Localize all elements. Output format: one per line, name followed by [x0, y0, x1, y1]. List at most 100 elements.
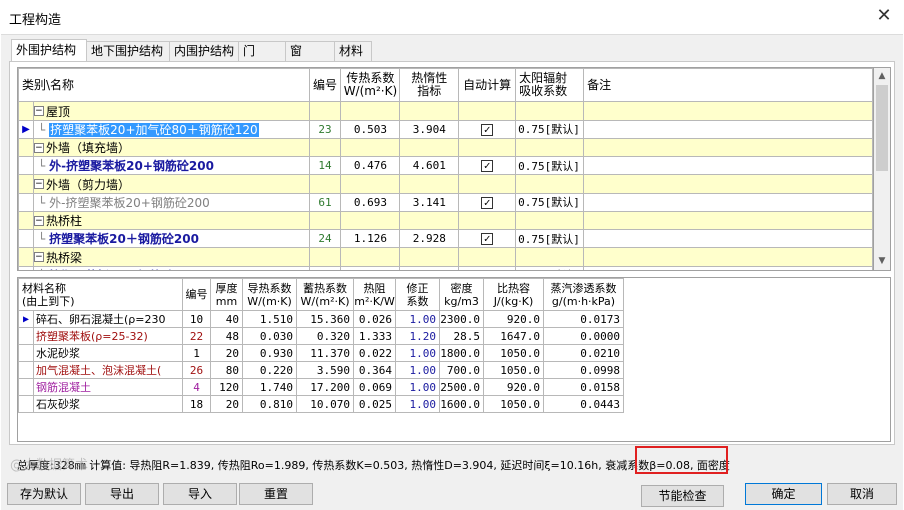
- correction-factor[interactable]: 1.00: [395, 395, 440, 413]
- auto-calc-cell[interactable]: ✓: [458, 119, 517, 139]
- scrollbar-thumb[interactable]: [876, 85, 888, 171]
- correction-factor[interactable]: 1.20: [395, 327, 440, 345]
- correction-factor[interactable]: 1.00: [395, 310, 440, 328]
- tab-exterior-envelope[interactable]: 外围护结构: [11, 39, 87, 61]
- construction-name-cell[interactable]: └ 外-挤塑聚苯板20+钢筋砼200: [32, 156, 310, 175]
- collapse-icon[interactable]: −: [34, 215, 44, 226]
- category-cell[interactable]: − 热桥柱: [32, 210, 310, 230]
- construction-row[interactable]: └ 挤塑聚苯板20＋钢筋砼200 24 1.126 2.928 ✓ 0.75[默认]: [18, 229, 873, 248]
- construction-name-cell[interactable]: └挤塑聚苯板20＋钢筋砼200: [32, 229, 310, 248]
- specific-heat[interactable]: 1050.0: [483, 395, 544, 413]
- correction-factor[interactable]: 1.00: [395, 361, 440, 379]
- thickness[interactable]: 20: [210, 344, 243, 362]
- construction-id[interactable]: 48: [308, 265, 342, 270]
- material-id[interactable]: 18: [182, 395, 211, 413]
- thermal-inertia[interactable]: 4.601: [399, 156, 460, 175]
- material-name[interactable]: 钢筋混凝土: [33, 378, 183, 396]
- material-name[interactable]: 加气混凝土、泡沫混凝土(: [33, 361, 183, 379]
- conductivity[interactable]: 0.220: [242, 361, 297, 379]
- remarks-cell[interactable]: [583, 156, 873, 175]
- scroll-up-arrow-icon[interactable]: ▲: [874, 68, 890, 85]
- header-vapor-permeability[interactable]: 蒸汽渗透系数 g/(m·h·kPa): [543, 278, 624, 311]
- vapor-permeability[interactable]: 0.0443: [543, 395, 624, 413]
- conductivity[interactable]: 0.810: [242, 395, 297, 413]
- u-value[interactable]: 0.476: [340, 156, 401, 175]
- density[interactable]: 700.0: [439, 361, 484, 379]
- heat-storage[interactable]: 10.070: [296, 395, 354, 413]
- collapse-icon[interactable]: −: [34, 252, 44, 262]
- vapor-permeability[interactable]: 0.0000: [543, 327, 624, 345]
- material-name[interactable]: 碎石、卵石混凝土(ρ=230: [33, 310, 183, 328]
- header-remarks[interactable]: 备注: [583, 68, 873, 102]
- material-row[interactable]: 钢筋混凝土 4 120 1.740 17.200 0.069 1.00 2500.0 920.0…: [18, 378, 624, 396]
- reset-button[interactable]: 重置: [239, 483, 313, 505]
- conductivity[interactable]: 1.510: [242, 310, 297, 328]
- density[interactable]: 28.5: [439, 327, 484, 345]
- header-material-name[interactable]: 材料名称 (由上到下): [18, 278, 183, 311]
- material-row[interactable]: 水泥砂浆 1 20 0.930 11.370 0.022 1.00 1800.0 1050.0 0…: [18, 344, 624, 362]
- material-name[interactable]: 挤塑聚苯板(ρ=25-32): [33, 327, 183, 345]
- construction-name-cell[interactable]: └ 外-挤塑聚苯板20+钢筋砼200: [32, 192, 310, 212]
- solar-absorption[interactable]: 0.75[默认]: [515, 229, 585, 248]
- tab-underground-envelope[interactable]: 地下围护结构: [86, 41, 170, 61]
- header-thickness[interactable]: 厚度 mm: [210, 278, 243, 311]
- thermal-resistance[interactable]: 0.026: [353, 310, 396, 328]
- specific-heat[interactable]: 920.0: [483, 378, 544, 396]
- material-id[interactable]: 26: [182, 361, 211, 379]
- material-row[interactable]: 挤塑聚苯板(ρ=25-32) 22 48 0.030 0.320 1.333 1.20 28.…: [18, 327, 624, 345]
- vapor-permeability[interactable]: 0.0158: [543, 378, 624, 396]
- heat-storage[interactable]: 15.360: [296, 310, 354, 328]
- thickness[interactable]: 48: [210, 327, 243, 345]
- header-conductivity[interactable]: 导热系数 W/(m·K): [242, 278, 297, 311]
- conductivity[interactable]: 1.740: [242, 378, 297, 396]
- category-row[interactable]: − 外墙（填充墙）: [18, 137, 873, 157]
- vapor-permeability[interactable]: 0.0210: [543, 344, 624, 362]
- construction-id[interactable]: 61: [308, 192, 342, 212]
- auto-calc-checkbox[interactable]: ✓: [481, 269, 494, 270]
- density[interactable]: 2300.0: [439, 310, 484, 328]
- material-id[interactable]: 22: [182, 327, 211, 345]
- import-button[interactable]: 导入: [163, 483, 237, 505]
- heat-storage[interactable]: 3.590: [296, 361, 354, 379]
- specific-heat[interactable]: 1050.0: [483, 361, 544, 379]
- energy-check-button[interactable]: 节能检查: [641, 485, 724, 507]
- solar-absorption[interactable]: 0.75[默认]: [515, 119, 585, 139]
- tab-doors[interactable]: 门: [238, 41, 286, 61]
- thermal-inertia[interactable]: 2.928: [399, 265, 460, 270]
- category-row[interactable]: − 外墙（剪力墙）: [18, 174, 873, 194]
- collapse-icon[interactable]: −: [34, 142, 44, 153]
- vertical-scrollbar[interactable]: ▲ ▼: [874, 67, 891, 271]
- header-id[interactable]: 编号: [308, 68, 342, 102]
- auto-calc-cell[interactable]: ✓: [458, 229, 517, 248]
- header-thermal-inertia[interactable]: 热惰性 指标: [399, 68, 460, 102]
- material-id[interactable]: 4: [182, 378, 211, 396]
- u-value[interactable]: 1.126: [340, 229, 401, 248]
- construction-name-cell[interactable]: └ 挤塑聚苯板20+加气砼80＋钢筋砼120: [32, 119, 310, 139]
- cancel-button[interactable]: 取消: [827, 483, 897, 505]
- header-thermal-resistance[interactable]: 热阻 m²·K/W: [353, 278, 396, 311]
- thermal-resistance[interactable]: 1.333: [353, 327, 396, 345]
- material-row[interactable]: 加气混凝土、泡沫混凝土(26 80 0.220 3.590 0.364 1.00 700.0…: [18, 361, 624, 379]
- heat-storage[interactable]: 11.370: [296, 344, 354, 362]
- u-value[interactable]: 0.503: [340, 119, 401, 139]
- header-correction[interactable]: 修正 系数: [395, 278, 440, 311]
- construction-id[interactable]: 23: [308, 119, 342, 139]
- collapse-icon[interactable]: −: [34, 106, 44, 116]
- material-row[interactable]: ▶ 碎石、卵石混凝土(ρ=230 10 40 1.510 15.360 0.026 1.00 2…: [18, 310, 624, 328]
- save-default-button[interactable]: 存为默认: [7, 483, 81, 505]
- ok-button[interactable]: 确定: [745, 483, 822, 505]
- construction-row[interactable]: ▶ └ 挤塑聚苯板20+加气砼80＋钢筋砼120 23 0.503 3.904 ✓ 0.75[…: [18, 119, 873, 139]
- remarks-cell[interactable]: [583, 229, 873, 248]
- material-row[interactable]: 石灰砂浆 18 20 0.810 10.070 0.025 1.00 1600.0 1050.0…: [18, 395, 624, 413]
- construction-name-cell[interactable]: └挤塑聚苯板20＋钢筋砼200: [32, 265, 310, 270]
- remarks-cell[interactable]: [583, 265, 873, 270]
- category-row[interactable]: − 屋顶: [18, 101, 873, 121]
- thickness[interactable]: 40: [210, 310, 243, 328]
- construction-row[interactable]: └ 外-挤塑聚苯板20+钢筋砼200 61 0.693 3.141 ✓ 0.75[默认]: [18, 192, 873, 212]
- export-button[interactable]: 导出: [85, 483, 159, 505]
- correction-factor[interactable]: 1.00: [395, 344, 440, 362]
- material-name[interactable]: 水泥砂浆: [33, 344, 183, 362]
- conductivity[interactable]: 0.930: [242, 344, 297, 362]
- category-cell[interactable]: − 热桥梁: [32, 247, 310, 267]
- auto-calc-checkbox[interactable]: ✓: [481, 160, 494, 172]
